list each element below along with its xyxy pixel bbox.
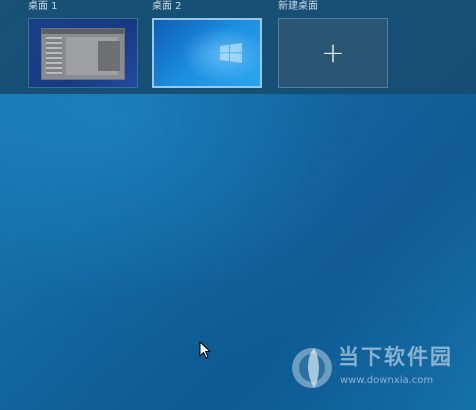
watermark-url: www.downxia.com <box>340 375 434 386</box>
watermark-title: 当下软件园 <box>338 345 453 369</box>
windows-logo-icon <box>220 43 242 63</box>
plus-icon: + <box>321 36 345 69</box>
desktop-1-thumbnail[interactable] <box>28 18 138 88</box>
desktop-1-label: 桌面 1 <box>28 1 58 12</box>
task-view-bar: 桌面 1 桌面 2 新建桌面 + <box>0 0 476 94</box>
desktop-background: 桌面 1 桌面 2 新建桌面 + 当下软件园 www.downxia.com <box>0 0 476 410</box>
desktop-2-label: 桌面 2 <box>152 1 182 12</box>
new-desktop-button[interactable]: + <box>278 18 388 88</box>
window-preview <box>41 28 125 80</box>
downxia-logo-icon <box>292 348 332 388</box>
desktop-2-thumbnail-selected[interactable] <box>152 18 262 88</box>
watermark: 当下软件园 www.downxia.com <box>290 344 476 394</box>
new-desktop-label: 新建桌面 <box>278 1 318 12</box>
mouse-pointer-icon <box>199 341 211 359</box>
